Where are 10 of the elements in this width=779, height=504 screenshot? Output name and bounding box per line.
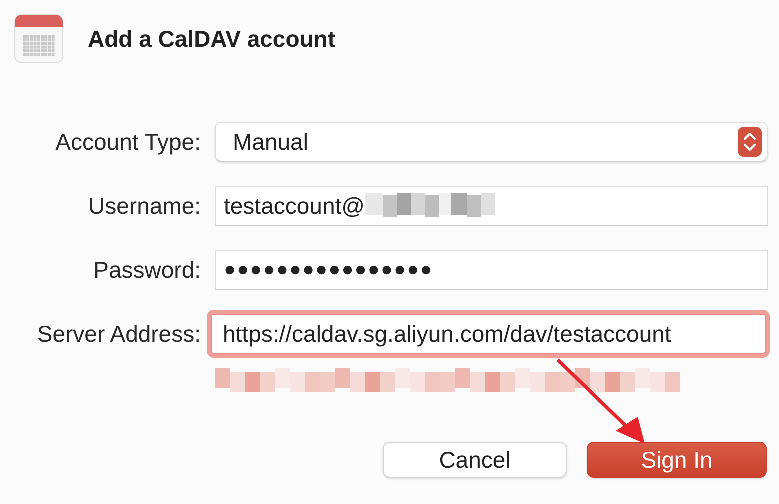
sign-in-button[interactable]: Sign In	[587, 442, 767, 478]
dialog-title: Add a CalDAV account	[88, 26, 336, 52]
field-label: Username:	[88, 192, 201, 220]
cancel-button[interactable]: Cancel	[383, 442, 567, 478]
field-label: Password:	[92, 256, 201, 284]
password-field[interactable]: ●●●●●●●●●●●●●●●●	[215, 250, 768, 290]
input-field[interactable]: testaccount@	[215, 186, 768, 226]
account-type-dropdown[interactable]: Manual	[215, 122, 768, 162]
field-label: Server Address:	[36, 320, 201, 348]
field-label: Account Type:	[54, 128, 201, 156]
